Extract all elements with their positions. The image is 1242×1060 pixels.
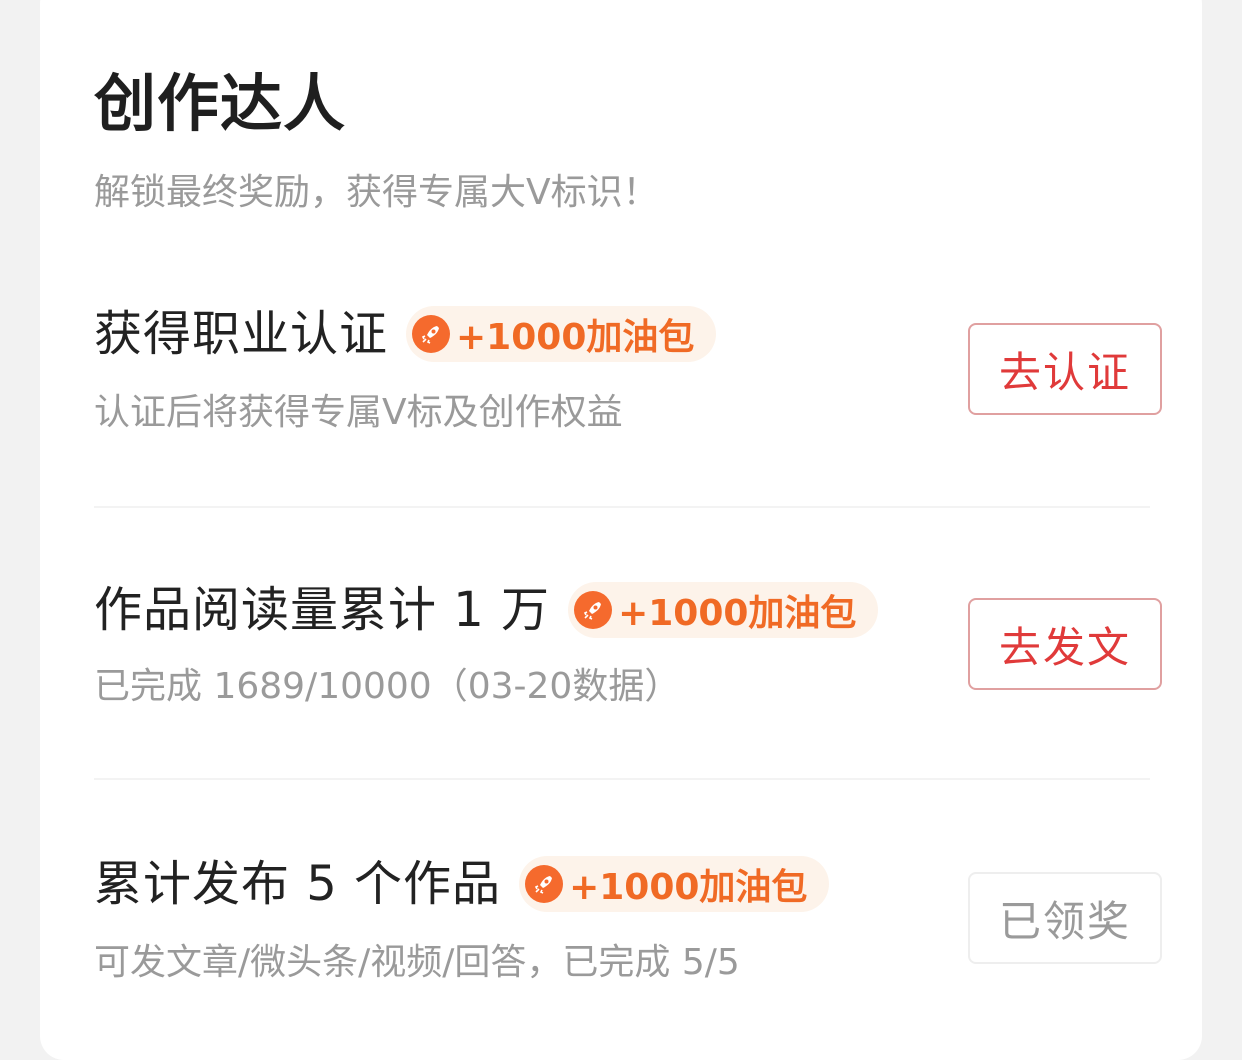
- go-certify-button[interactable]: 去认证: [968, 323, 1162, 415]
- divider: [94, 506, 1150, 508]
- task-item-reading: 作品阅读量累计 1 万 +1000加油包: [94, 578, 879, 642]
- task-title: 作品阅读量累计 1 万: [94, 582, 551, 638]
- task-title: 获得职业认证: [94, 306, 389, 362]
- reward-text: +1000加油包: [456, 317, 695, 358]
- task-title: 累计发布 5 个作品: [94, 856, 502, 912]
- reward-text: +1000加油包: [618, 593, 857, 634]
- task-description: 认证后将获得专属V标及创作权益: [94, 392, 623, 433]
- task-item-publish: 累计发布 5 个作品 +1000加油包: [94, 852, 830, 916]
- task-description: 已完成 1689/10000（03-20数据）: [94, 666, 681, 707]
- reward-text: +1000加油包: [569, 867, 808, 908]
- reward-badge: +1000加油包: [519, 856, 830, 912]
- task-description: 可发文章/微头条/视频/回答，已完成 5/5: [94, 942, 740, 983]
- rocket-icon: [412, 315, 451, 353]
- task-item-certification: 获得职业认证 +1000加油包: [94, 302, 717, 366]
- go-post-button[interactable]: 去发文: [968, 598, 1162, 690]
- page-subtitle: 解锁最终奖励，获得专属大V标识！: [94, 172, 659, 213]
- reward-badge: +1000加油包: [568, 582, 879, 638]
- page-title: 创作达人: [94, 67, 347, 140]
- reward-badge: +1000加油包: [406, 306, 717, 362]
- reward-claimed-button[interactable]: 已领奖: [968, 872, 1162, 964]
- rocket-icon: [574, 591, 613, 629]
- rocket-icon: [525, 865, 564, 903]
- divider: [94, 778, 1150, 780]
